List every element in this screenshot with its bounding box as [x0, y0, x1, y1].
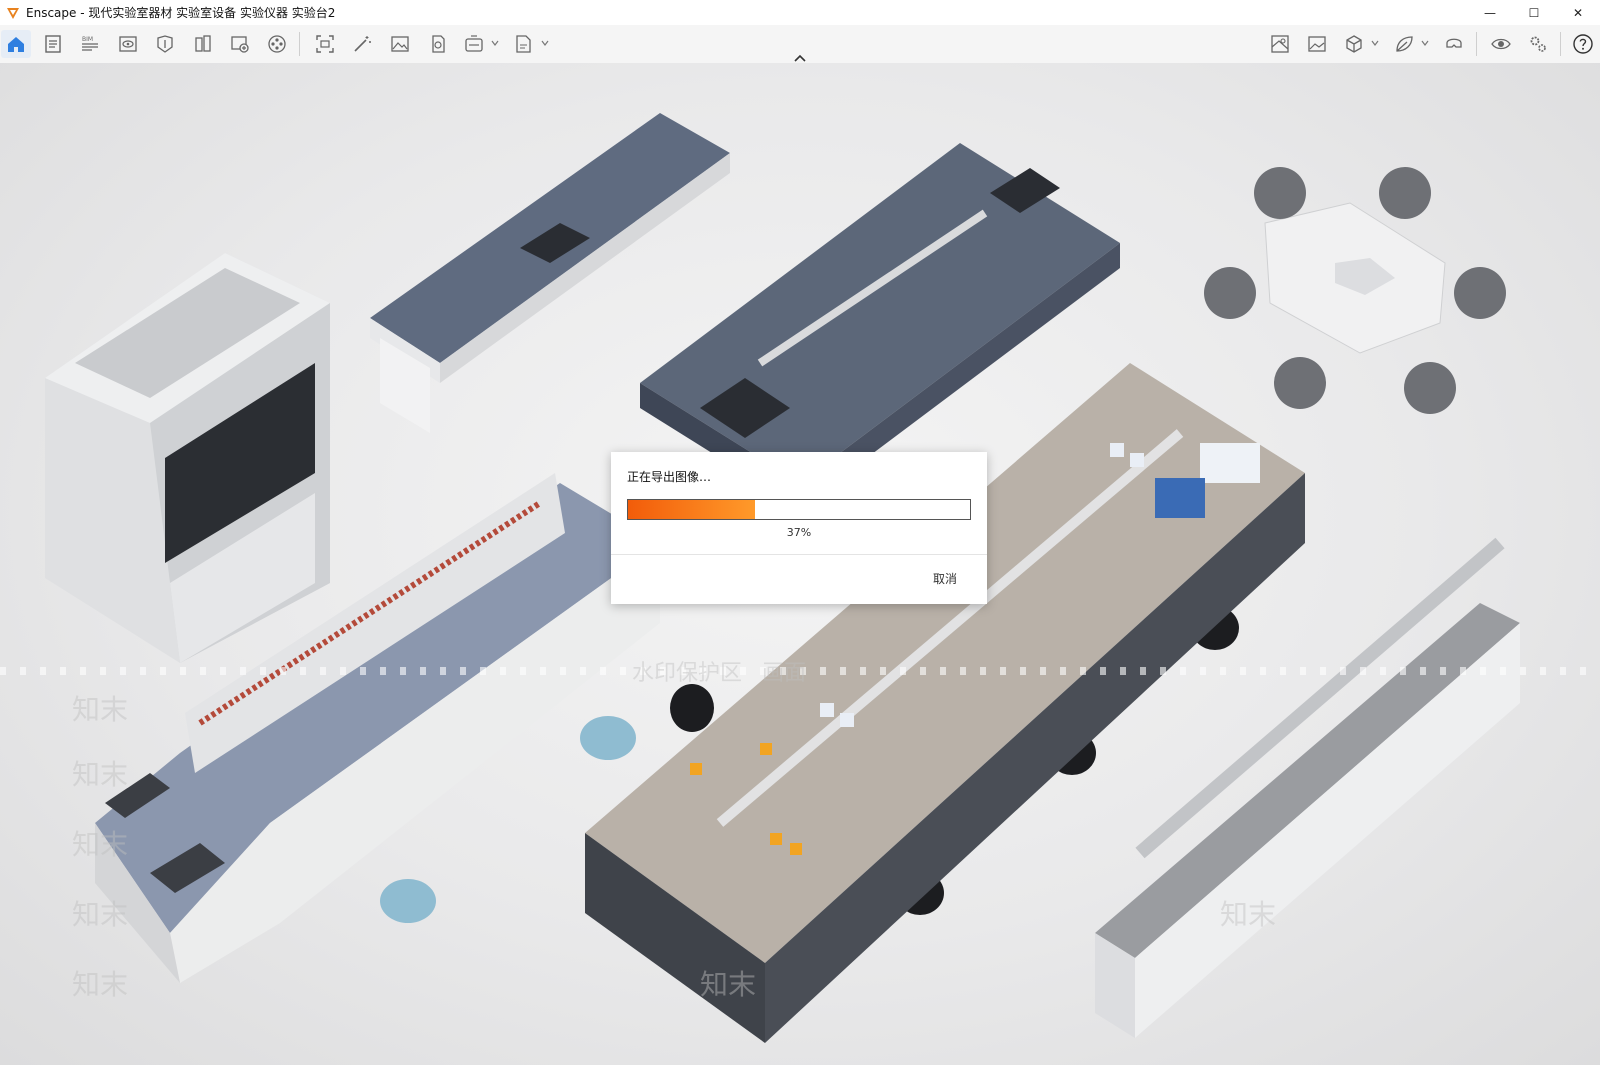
object-button[interactable]	[1339, 30, 1369, 58]
window-controls: — ☐ ✕	[1468, 0, 1600, 25]
enscape-logo-icon	[7, 7, 19, 19]
help-icon	[1573, 34, 1593, 54]
export-360-button[interactable]	[459, 30, 489, 58]
360-export-icon	[465, 35, 483, 52]
watermark-text: 知末	[700, 968, 757, 1001]
home-button[interactable]	[1, 30, 31, 58]
visual-settings-button[interactable]	[1486, 30, 1516, 58]
views-button[interactable]	[113, 30, 143, 58]
chevron-down-icon[interactable]	[1421, 39, 1429, 47]
help-button[interactable]	[1568, 30, 1598, 58]
close-button[interactable]: ✕	[1556, 0, 1600, 25]
fume-hood	[45, 253, 330, 663]
atmosphere-button[interactable]	[1389, 30, 1419, 58]
vr-button[interactable]	[1439, 30, 1469, 58]
bim-icon: BIM	[82, 36, 98, 51]
panorama-button[interactable]	[422, 30, 452, 58]
home-icon	[8, 37, 24, 52]
hexagon-table-with-chairs	[1204, 167, 1506, 414]
exe-export-button[interactable]	[508, 30, 538, 58]
watermark-text: 知末	[72, 968, 129, 1001]
toolbar-separator	[1476, 32, 1477, 56]
image-icon	[391, 36, 409, 52]
minimize-button[interactable]: —	[1468, 0, 1512, 25]
title-bar: Enscape - 现代实验室器材 实验室设备 实验仪器 实验台2 — ☐ ✕	[0, 0, 1600, 25]
screenshot-icon	[316, 35, 334, 53]
toolbar-separator	[299, 32, 300, 56]
chevron-down-icon[interactable]	[541, 39, 549, 47]
atmosphere-icon	[1396, 36, 1413, 52]
watermark-text: 水印保护区	[632, 661, 743, 686]
cube-icon	[1346, 35, 1362, 53]
dialog-divider	[611, 554, 987, 555]
watermark-text: 画面	[762, 661, 807, 686]
watermark-text: 知末	[72, 898, 129, 931]
chevron-down-icon[interactable]	[491, 39, 499, 47]
watermark-text: 知末	[72, 758, 129, 791]
panorama-icon	[432, 35, 445, 53]
settings-icon	[1530, 36, 1546, 52]
settings-button[interactable]	[1523, 30, 1553, 58]
document-icon	[45, 35, 61, 53]
asset-library-icon	[157, 35, 173, 53]
materials-icon	[195, 35, 211, 52]
video-reel-icon	[268, 35, 286, 53]
progress-bar-fill	[628, 500, 755, 519]
progress-percent-label: 37%	[786, 526, 812, 539]
add-view-icon	[231, 36, 249, 53]
image-export-button[interactable]	[385, 30, 415, 58]
exe-export-icon	[516, 35, 531, 53]
video-editor-button[interactable]	[262, 30, 292, 58]
export-status-message: 正在导出图像…	[627, 470, 712, 484]
toolbar-separator	[1560, 32, 1561, 56]
eye-view-icon	[119, 36, 137, 52]
magic-wand-icon	[354, 36, 371, 52]
watermark-text: 知末	[72, 693, 129, 726]
magic-wand-button[interactable]	[347, 30, 377, 58]
svg-text:BIM: BIM	[82, 36, 93, 43]
map-button[interactable]	[1265, 30, 1295, 58]
add-view-button[interactable]	[225, 30, 255, 58]
screenshot-button[interactable]	[310, 30, 340, 58]
window-title: Enscape - 现代实验室器材 实验室设备 实验仪器 实验台2	[26, 6, 336, 20]
materials-button[interactable]	[188, 30, 218, 58]
gallery-icon	[1308, 36, 1326, 52]
gallery-button[interactable]	[1302, 30, 1332, 58]
export-progress-bar	[627, 499, 971, 520]
vr-headset-icon	[1446, 38, 1462, 48]
bim-button[interactable]: BIM	[75, 30, 105, 58]
collapse-toolbar-chevron-up-icon[interactable]	[793, 53, 807, 63]
visual-settings-icon	[1491, 38, 1511, 50]
maximize-button[interactable]: ☐	[1512, 0, 1556, 25]
asset-library-button[interactable]	[150, 30, 180, 58]
watermark-text: 知末	[1220, 898, 1277, 931]
map-icon	[1271, 35, 1289, 53]
cancel-button[interactable]: 取消	[933, 570, 957, 587]
chevron-down-icon[interactable]	[1371, 39, 1379, 47]
document-button[interactable]	[38, 30, 68, 58]
export-progress-dialog: 正在导出图像… 37% 取消	[611, 452, 987, 604]
watermark-text: 知末	[72, 828, 129, 861]
